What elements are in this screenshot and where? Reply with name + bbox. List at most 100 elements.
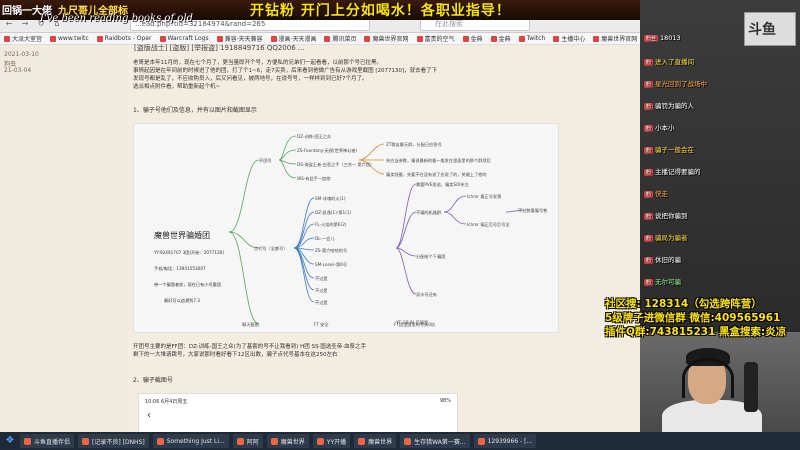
taskbar-app-label: 12939966 - [... — [487, 437, 533, 445]
author-date: 21-03-04 — [4, 67, 32, 74]
chat-message: 粉骗罚为骗的人 — [644, 100, 694, 110]
microphone-icon — [744, 362, 758, 412]
taskbar-app-label: [记录不良] [DNHS] — [92, 438, 145, 446]
mindmap-node: 不过是 — [315, 300, 328, 305]
bookmark-item[interactable]: Warcraft Logs — [159, 35, 209, 42]
mindmap-node: YT GB JH 后骗是 — [396, 320, 429, 325]
mindmap-node: 骗卖钱量，先要不在没有说了应说了的，关键上了他的 — [386, 172, 487, 177]
streamer-avatar: 斗鱼 — [744, 12, 796, 46]
chat-message: 粉骗子一般会在 — [644, 144, 694, 154]
banner-slogan: 开钻粉 开门上分如喝水！各职业指导！ — [250, 3, 511, 19]
post-paragraph: 开团号主要的是FF团：DZ·训练-国王之众(为了基套的号不让我看到) H团 SS… — [133, 344, 366, 350]
mindmap-node: FT 安全 — [314, 322, 329, 327]
bookmarks-bar: 大派大室宫 www.twitc Raidbots - Oper Warcraft Lo… — [0, 33, 640, 45]
bookmark-label: 主播中心 — [561, 36, 586, 43]
chat-message: 粉小本小 — [644, 122, 675, 132]
forward-icon[interactable]: → — [20, 19, 30, 29]
bookmark-favicon-icon — [462, 35, 469, 42]
bookmark-favicon-icon — [4, 35, 10, 42]
back-arrow-icon: ‹ — [147, 410, 151, 421]
mindmap-node: 不过数量骗号售 — [518, 208, 548, 213]
app-icon — [404, 437, 412, 445]
fan-badge: 粉 — [644, 147, 654, 154]
bookmark-favicon-icon — [416, 35, 423, 42]
fan-badge: 粉 — [644, 213, 654, 220]
bookmark-favicon-icon — [518, 35, 525, 42]
bookmark-item[interactable]: 金典 — [490, 34, 511, 43]
mindmap-node: ZT群友聊天群，分配已应答号 — [386, 142, 442, 147]
fan-badge: 粉 — [644, 103, 654, 110]
screen: ← → ↻ ⌂ ...ead.php?tid=32184974&rand=265… — [0, 0, 800, 450]
chat-text: 快走 — [655, 190, 669, 198]
bookmark-item[interactable]: 兼容·天天兼容 — [216, 34, 263, 43]
mindmap-root-detail: 最好可以追溯到7.3 — [164, 298, 200, 303]
chat-text: 主播记得要骗的 — [655, 168, 701, 176]
bookmark-item[interactable]: 富贵的空气 — [416, 34, 455, 43]
chat-message: 粉主播记得要骗的 — [644, 166, 701, 176]
mindmap-root-detail: YY:92491707 3团(开始：2077130) — [154, 250, 224, 255]
taskbar-app[interactable]: 魔兽世界 — [266, 434, 309, 448]
fan-badge: 粉 — [644, 59, 654, 66]
bookmark-item[interactable]: Twitch — [518, 35, 545, 42]
promo-line: 社区搜: 128314（勾选跨阵营） — [605, 298, 762, 310]
app-icon — [24, 437, 31, 445]
bookmark-item[interactable]: 腾讯菜页 — [324, 34, 356, 43]
bookmark-label: 金典 — [498, 36, 511, 43]
taskbar-app[interactable]: YY开播 — [312, 434, 351, 448]
bookmark-item[interactable]: Raidbots - Oper — [96, 35, 152, 42]
chat-text: 星光回到了战场中 — [655, 80, 708, 88]
taskbar-app-label: Something Just Li... — [166, 437, 225, 445]
taskbar-app[interactable]: [记录不良] [DNHS] — [78, 434, 149, 448]
headset-icon — [682, 358, 734, 398]
taskbar-app[interactable]: 12939966 - [... — [473, 434, 537, 448]
bookmark-favicon-icon — [490, 35, 497, 42]
taskbar-app-label: YY开播 — [326, 438, 347, 446]
mindmap-node: ZS-Faentony-无视(世界神幻者) — [297, 148, 358, 153]
bookmark-item[interactable]: 魔兽世界官网 — [593, 34, 637, 43]
back-icon[interactable]: ← — [4, 19, 14, 29]
browser-window: ← → ↻ ⌂ ...ead.php?tid=32184974&rand=265… — [0, 0, 640, 433]
mindmap-node: 不骗的机器群 — [416, 210, 442, 215]
taskbar-app[interactable]: 阿阿 — [232, 434, 263, 448]
bookmark-label: 魔兽世界官网 — [372, 36, 409, 43]
fan-badge: 粉 — [644, 257, 654, 264]
app-icon — [82, 437, 90, 445]
chat-message: 粉骗局为骗者 — [644, 232, 688, 242]
chat-text: 无尔可骗 — [655, 278, 682, 286]
bookmark-item[interactable]: 大派大室宫 — [4, 34, 42, 43]
bookmark-item[interactable]: 金典 — [462, 34, 483, 43]
taskbar-app[interactable]: 斗鱼直播伴侣 — [20, 434, 75, 448]
mindmap-image[interactable]: 魔兽世界骗婚团 YY:92491707 3团(开始：2077130) 手机/电话… — [133, 123, 559, 333]
bookmark-item[interactable]: 魔兽世界官网 — [364, 34, 409, 43]
bookmark-item[interactable]: 漫画·天天漫画 — [270, 34, 316, 43]
mindmap-node: SM-Loses-第6号 — [315, 262, 348, 267]
windows-start-icon[interactable]: ❖ — [4, 435, 16, 447]
taskbar-app-label: 斗鱼直播伴侣 — [34, 438, 71, 446]
promo-line: 插件Q群:743815231 黑盒搜索:炎凉 — [605, 326, 787, 338]
bookmark-label: Raidbots - Oper — [104, 35, 152, 42]
chat-text: 进入了直播间 — [655, 58, 695, 66]
taskbar-app-label: 魔兽世界 — [280, 438, 305, 446]
fan-badge: 粉 — [644, 81, 654, 88]
mindmap-node: 不过是 — [315, 276, 328, 281]
chat-text: 骗子一般会在 — [655, 146, 695, 154]
chat-message: 粉星光回到了战场中 — [644, 78, 707, 88]
bookmark-item[interactable]: www.twitc — [50, 35, 89, 42]
phone-screenshot[interactable]: 10:06 6月4日周五 98% ‹ — [138, 393, 458, 433]
bookmark-item[interactable]: 主播中心 — [553, 34, 585, 43]
mindmap-node: Ichmr 看正号发票 — [467, 194, 502, 199]
post-date: 2021-03-10 — [4, 51, 39, 58]
bookmark-favicon-icon — [324, 35, 331, 42]
app-icon — [477, 437, 485, 445]
chat-message: 粉丝 18013 — [644, 34, 681, 42]
taskbar-app[interactable]: 生存猎WA第一赛... — [400, 434, 470, 448]
bookmark-label: 富贵的空气 — [424, 36, 455, 43]
taskbar-app[interactable]: 魔兽世界 — [354, 434, 397, 448]
post-author-sidebar: 2021-03-10 狗虫 21-03-04 — [0, 45, 128, 432]
mindmap-branch: 聊天截图 — [242, 322, 259, 327]
post-paragraph: 发现号都是乱了，不应收购员入，后又问看见，被两地号，在说号号，一样样到到已好7个… — [133, 76, 368, 82]
taskbar-app[interactable]: Something Just Li... — [152, 434, 229, 448]
mindmap-node: DZ-凯逸(1)-第1(1) — [315, 210, 352, 215]
mindmap-root-title: 魔兽世界骗婚团 — [154, 231, 210, 240]
app-icon — [236, 437, 244, 445]
